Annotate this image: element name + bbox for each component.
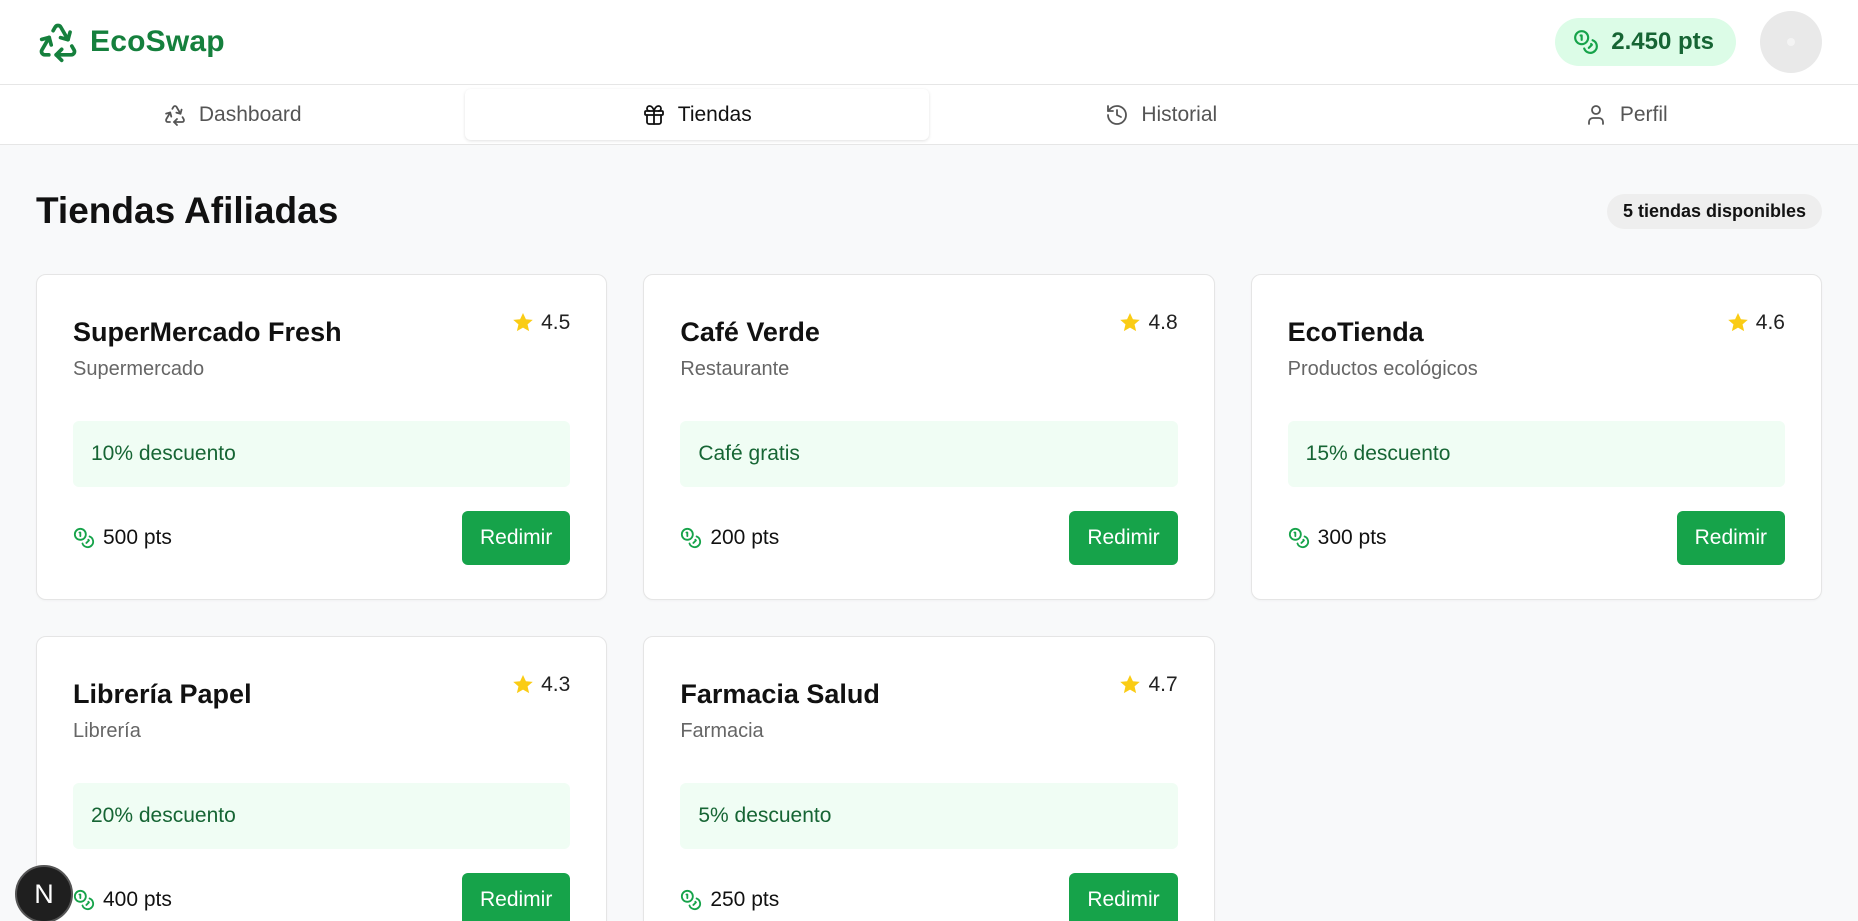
store-cost: 500 pts [73,526,172,550]
cost-value: 400 pts [103,888,172,911]
coins-icon [681,889,702,911]
recycle-icon [164,104,185,126]
redeem-button[interactable]: Redimir [1069,511,1178,565]
cost-value: 300 pts [1317,526,1387,549]
dev-tools-button[interactable]: N [15,865,73,921]
star-icon [1120,313,1141,332]
gift-icon [643,104,664,125]
rating-value: 4.8 [1148,311,1178,334]
store-cost: 200 pts [680,526,779,550]
tab-label: Historial [1141,102,1218,126]
tab-label: Tiendas [677,102,752,126]
stores-grid: SuperMercado Fresh 4.5 Supermercado 10% … [36,274,1822,921]
store-category: Productos ecológicos [1287,358,1478,380]
store-rating: 4.7 [1118,673,1178,697]
user-icon [1587,104,1604,125]
coins-icon [1288,527,1309,549]
stores-count-badge: 5 tiendas disponibles [1606,193,1822,229]
recycle-logo-icon [39,23,77,63]
tab-tiendas[interactable]: Tiendas [464,89,929,140]
store-rating: 4.5 [511,311,570,335]
redeem-button[interactable]: Redimir [461,511,571,565]
tab-label: Perfil [1619,102,1668,126]
page-title: Tiendas Afiliadas [36,190,339,231]
cost-value: 250 pts [710,888,780,911]
coins-icon [73,527,95,549]
store-name: Librería Papel [73,679,252,709]
cost-value: 200 pts [710,526,780,549]
coins-icon [681,527,702,549]
tab-label: Dashboard [198,102,302,126]
store-rating: 4.6 [1726,311,1785,335]
store-card: Librería Papel 4.3 Librería 20% descuent… [36,636,608,921]
avatar[interactable] [1760,11,1822,73]
app-name: EcoSwap [90,25,225,58]
store-offer: 10% descuento [73,421,571,487]
store-name: Café Verde [680,317,820,347]
store-rating: 4.8 [1118,311,1178,335]
main-tabs: Dashboard Tiendas Historial Perfil [0,85,1858,145]
store-category: Restaurante [680,358,790,380]
store-name: Farmacia Salud [680,679,880,709]
store-offer: 15% descuento [1287,421,1785,487]
points-value: 2.450 pts [1611,28,1714,55]
rating-value: 4.6 [1755,311,1785,334]
star-icon [1120,675,1141,694]
store-card: EcoTienda 4.6 Productos ecológicos 15% d… [1250,274,1822,600]
store-offer: 5% descuento [680,783,1178,849]
store-card: Café Verde 4.8 Restaurante Café gratis 2… [643,274,1215,600]
history-icon [1107,104,1128,125]
main-content: Tiendas Afiliadas 5 tiendas disponibles … [0,145,1858,921]
rating-value: 4.7 [1148,673,1178,696]
star-icon [513,675,533,694]
redeem-button[interactable]: Redimir [1676,511,1785,565]
tab-historial[interactable]: Historial [929,89,1394,140]
cost-value: 500 pts [103,526,172,549]
store-rating: 4.3 [511,673,570,697]
top-bar: EcoSwap 2.450 pts [0,0,1858,85]
store-category: Librería [73,720,141,742]
star-icon [513,313,533,332]
store-name: EcoTienda [1287,317,1424,347]
store-category: Farmacia [680,720,764,742]
coins-icon [73,889,95,911]
points-balance: 2.450 pts [1555,18,1736,66]
rating-value: 4.3 [541,673,571,696]
store-card: Farmacia Salud 4.7 Farmacia 5% descuento… [643,636,1215,921]
store-cost: 400 pts [73,888,172,912]
tab-perfil[interactable]: Perfil [1394,89,1858,140]
redeem-button[interactable]: Redimir [461,873,571,921]
store-card: SuperMercado Fresh 4.5 Supermercado 10% … [36,274,608,600]
store-cost: 300 pts [1288,526,1387,550]
store-offer: 20% descuento [73,783,571,849]
tab-dashboard[interactable]: Dashboard [0,89,465,140]
store-category: Supermercado [73,358,205,380]
star-icon [1728,313,1748,332]
brand[interactable]: EcoSwap [36,20,225,64]
coins-icon [1574,30,1599,54]
store-cost: 250 pts [680,888,779,912]
redeem-button[interactable]: Redimir [1069,873,1178,921]
rating-value: 4.5 [541,311,571,334]
store-name: SuperMercado Fresh [73,317,342,347]
store-offer: Café gratis [680,421,1178,487]
